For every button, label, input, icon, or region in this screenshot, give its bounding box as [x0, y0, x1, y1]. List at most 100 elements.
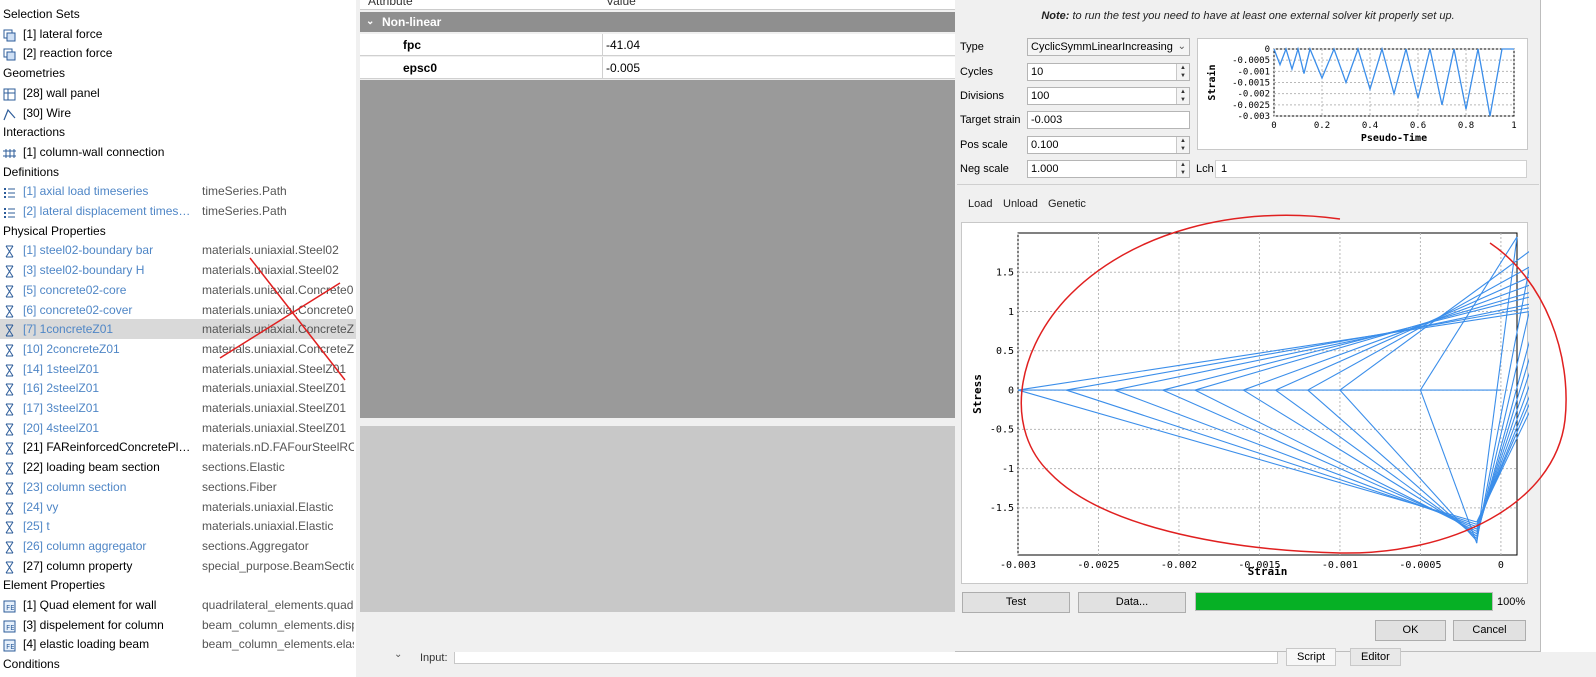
target-strain-input[interactable]: -0.003: [1027, 111, 1190, 129]
tree-item-name: [6] concrete02-cover: [23, 302, 133, 317]
tree-category[interactable]: Interactions: [0, 122, 356, 142]
tree-item[interactable]: FE [1] Quad element for wall quadrilateral…: [0, 595, 356, 615]
tree-item[interactable]: [26] column aggregator sections.Aggregato…: [0, 536, 356, 556]
cancel-button[interactable]: Cancel: [1453, 620, 1526, 641]
svg-text:FE: FE: [6, 643, 14, 651]
tree-item-name: [14] 1steelZ01: [23, 361, 100, 376]
spin-arrows-icon[interactable]: ▲ ▼: [1176, 88, 1189, 104]
tree-item-class: materials.nD.FAFourSteelRCPlaneStress: [202, 440, 354, 455]
tree-item[interactable]: [20] 4steelZ01 materials.uniaxial.SteelZ0…: [0, 418, 356, 438]
solver-note: Note: to run the test you need to have a…: [1041, 10, 1455, 22]
tree-item[interactable]: [1] column-wall connection: [0, 142, 356, 162]
y-tick-label: -0.0005: [1232, 56, 1270, 66]
attribute-row-epsc0[interactable]: epsc0 -0.005: [360, 57, 956, 79]
tree-item-name: [4] elastic loading beam: [23, 637, 150, 652]
neg-scale-label: Neg scale: [960, 163, 1009, 175]
ok-button[interactable]: OK: [1375, 620, 1446, 641]
material-icon: [3, 402, 16, 416]
tree-item[interactable]: [30] Wire: [0, 103, 356, 123]
tree-item-name: [26] column aggregator: [23, 538, 147, 553]
x-tick-label: 0: [1498, 560, 1504, 571]
tree-category[interactable]: Element Properties: [0, 575, 356, 595]
tree-item[interactable]: [27] column property special_purpose.Beam…: [0, 556, 356, 576]
tab-editor[interactable]: Editor: [1350, 648, 1401, 666]
tree-item[interactable]: FE [4] elastic loading beam beam_column_el…: [0, 634, 356, 654]
tree-category[interactable]: Definitions: [0, 162, 356, 182]
x-axis-label: Strain: [1248, 565, 1288, 578]
tree-item[interactable]: [17] 3steelZ01 materials.uniaxial.SteelZ0…: [0, 398, 356, 418]
progress-percent: 100%: [1497, 596, 1526, 608]
tree-item-name: [5] concrete02-core: [23, 282, 127, 297]
lch-input[interactable]: 1: [1215, 160, 1527, 178]
spin-arrows-icon[interactable]: ▲ ▼: [1176, 64, 1189, 80]
tree-item-name: [16] 2steelZ01: [23, 381, 100, 396]
red-x-annotation: [219, 257, 346, 381]
tree-item[interactable]: [25] t materials.uniaxial.Elastic: [0, 516, 356, 536]
material-icon: [3, 540, 16, 554]
interaction-icon: [3, 146, 16, 159]
attribute-value-field[interactable]: -0.005: [602, 57, 956, 79]
group-label: Non-linear: [382, 15, 442, 29]
attribute-row-fpc[interactable]: fpc -41.04: [360, 34, 956, 56]
type-value: CyclicSymmLinearIncreasing: [1031, 41, 1173, 53]
divisions-spinbox[interactable]: 100 ▲ ▼: [1027, 87, 1190, 105]
attribute-key: epsc0: [403, 61, 438, 75]
tree-item-class: materials.uniaxial.SteelZ01: [202, 420, 347, 435]
test-button[interactable]: Test: [962, 592, 1070, 613]
tree-item[interactable]: [1] axial load timeseries timeSeries.Path: [0, 181, 356, 201]
x-tick-label: -0.0005: [1399, 560, 1441, 571]
material-icon: [3, 304, 16, 317]
tree-item[interactable]: [21] FAReinforcedConcretePla... materials…: [0, 437, 356, 457]
data-button[interactable]: Data...: [1078, 592, 1186, 613]
pos-scale-spinbox[interactable]: 0.100 ▲ ▼: [1027, 136, 1190, 154]
strain-history-svg: 0 0.2 0.4 0.6 0.8 10-0.0005-0.001-0.0015-0.00…: [1206, 45, 1517, 144]
tree-item[interactable]: [22] loading beam section sections.Elasti…: [0, 457, 356, 477]
input-label: Input:: [420, 652, 448, 664]
tree-item[interactable]: [1] lateral force: [0, 24, 356, 44]
console-input[interactable]: [454, 652, 1278, 664]
spin-arrows-icon[interactable]: ▲ ▼: [1176, 161, 1189, 177]
tree-item-name: [22] loading beam section: [23, 460, 160, 475]
tree-category[interactable]: Selection Sets: [0, 4, 356, 24]
tree-item[interactable]: FE [3] dispelement for column beam_column_…: [0, 615, 356, 635]
tree-item[interactable]: [24] vy materials.uniaxial.Elastic: [0, 497, 356, 517]
type-combobox[interactable]: CyclicSymmLinearIncreasing ⌄: [1027, 38, 1190, 56]
tree-item[interactable]: [23] column section sections.Fiber: [0, 477, 356, 497]
attribute-table-header: Attribute Value: [360, 0, 956, 10]
spin-arrows-icon[interactable]: ▲ ▼: [1176, 137, 1189, 153]
tree-category[interactable]: Physical Properties: [0, 221, 356, 241]
type-label: Type: [960, 41, 984, 53]
attribute-column-header: Attribute: [368, 0, 413, 8]
material-icon: [3, 441, 16, 455]
tab-script[interactable]: Script: [1286, 648, 1337, 666]
definition-list-icon: [3, 205, 16, 218]
tree-category-label: Physical Properties: [3, 223, 106, 238]
tree-category[interactable]: Geometries: [0, 63, 356, 83]
material-icon: [3, 363, 16, 377]
neg-scale-spinbox[interactable]: 1.000 ▲ ▼: [1027, 160, 1190, 178]
tab-load[interactable]: Load: [968, 198, 992, 210]
progress-fill: [1196, 593, 1492, 610]
non-linear-group[interactable]: ⌄ Non-linear: [360, 12, 956, 32]
tree-category-label: Element Properties: [3, 578, 106, 593]
y-tick-label: -0.0015: [1232, 79, 1270, 89]
material-icon: [3, 244, 16, 258]
target-strain-value: -0.003: [1031, 114, 1063, 126]
attribute-value-field[interactable]: -41.04: [602, 34, 956, 56]
tree-item[interactable]: [28] wall panel: [0, 83, 356, 103]
tree-category[interactable]: Conditions: [0, 654, 356, 674]
cycles-spinbox[interactable]: 10 ▲ ▼: [1027, 63, 1190, 81]
x-tick-label: -0.0025: [1077, 560, 1119, 571]
tree-item-name: [24] vy: [23, 499, 59, 514]
material-icon: [3, 461, 16, 475]
x-tick-label: 1: [1511, 121, 1516, 131]
lch-value: 1: [1221, 163, 1228, 175]
chevron-down-icon[interactable]: ⌄: [394, 649, 402, 660]
lch-label: Lch: [1196, 163, 1214, 175]
y-tick-label: -0.003: [1237, 112, 1270, 122]
tree-item[interactable]: [2] lateral displacement timese... timeSe…: [0, 201, 356, 221]
tree-item-name: [10] 2concreteZ01: [23, 341, 120, 356]
tree-item[interactable]: [2] reaction force: [0, 43, 356, 63]
tree-item-class: materials.uniaxial.Elastic: [202, 519, 334, 534]
neg-scale-value: 1.000: [1031, 163, 1059, 175]
